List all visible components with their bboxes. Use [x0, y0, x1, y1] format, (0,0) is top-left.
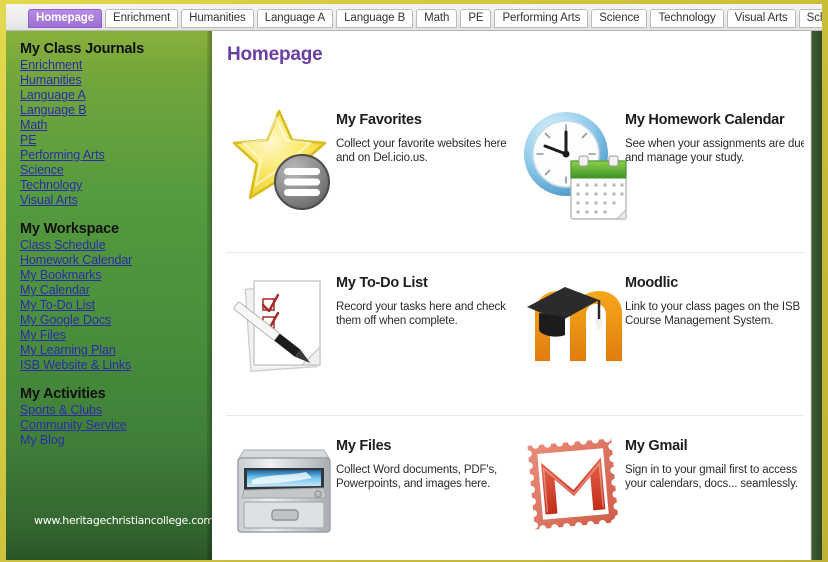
- sidebar-link-my-files[interactable]: My Files: [20, 328, 212, 343]
- tab-humanities[interactable]: Humanities: [181, 9, 254, 28]
- shortcut-row: My To-Do List Record your tasks here and …: [226, 253, 804, 416]
- browser-page: Homepage Enrichment Humanities Language A La…: [0, 0, 828, 562]
- shortcut-text: My Favorites Collect your favorite websit…: [336, 112, 514, 165]
- clock-calendar-icon[interactable]: [521, 106, 627, 224]
- file-cabinet-icon[interactable]: [232, 432, 336, 550]
- shortcut-text: My Homework Calendar See when your assign…: [625, 112, 811, 165]
- shortcut-description: Record your tasks here and check them of…: [336, 301, 506, 327]
- sidebar-link-class-schedule[interactable]: Class Schedule: [20, 238, 212, 253]
- tab-bar: Homepage Enrichment Humanities Language A La…: [6, 4, 822, 31]
- checklist-pen-icon[interactable]: [232, 269, 336, 387]
- shortcut-description: Collect your favorite websites here and …: [336, 138, 507, 164]
- shortcut-title[interactable]: My Files: [336, 438, 514, 454]
- tab-language-b[interactable]: Language B: [336, 9, 414, 28]
- shortcut-title[interactable]: Moodlic: [625, 275, 811, 291]
- shortcut-title[interactable]: My To-Do List: [336, 275, 514, 291]
- shortcut-description: Link to your class pages on the ISB Cour…: [625, 301, 801, 327]
- sidebar-footer-url: www.heritagechristiancollege.com: [34, 514, 212, 527]
- shortcut-card[interactable]: My To-Do List Record your tasks here and …: [226, 253, 515, 415]
- shortcut-title[interactable]: My Gmail: [625, 438, 811, 454]
- sidebar-link-visual-arts[interactable]: Visual Arts: [20, 193, 212, 208]
- shortcut-description: Collect Word documents, PDF's, Powerpoin…: [336, 464, 498, 490]
- sidebar-link-enrichment[interactable]: Enrichment: [20, 58, 212, 73]
- sidebar-link-my-google-docs[interactable]: My Google Docs: [20, 313, 212, 328]
- shortcut-grid: My Favorites Collect your favorite websit…: [226, 90, 807, 560]
- shortcut-card[interactable]: My Favorites Collect your favorite websit…: [226, 90, 515, 252]
- sidebar-group-heading: My Workspace: [20, 221, 119, 237]
- shortcut-row: My Files Collect Word documents, PDF's, P…: [226, 416, 804, 560]
- sidebar-link-performing-arts[interactable]: Performing Arts: [20, 148, 212, 163]
- sidebar-link-isb-website-links[interactable]: ISB Website & Links: [20, 358, 212, 373]
- shortcut-text: My Gmail Sign in to your gmail first to a…: [625, 438, 811, 491]
- sidebar-link-pe[interactable]: PE: [20, 133, 212, 148]
- tab-schedule[interactable]: Schedule: [798, 9, 822, 28]
- main-content: Homepage My Favorites Collect your favori…: [212, 31, 822, 560]
- sidebar-group-heading: My Activities: [20, 386, 106, 402]
- sidebar-group: My Class Journals Enrichment Humanities Lan…: [20, 41, 212, 208]
- tab-technology[interactable]: Technology: [650, 9, 724, 28]
- tab-enrichment[interactable]: Enrichment: [105, 9, 179, 28]
- shortcut-card[interactable]: Moodlic Link to your class pages on the I…: [515, 253, 804, 415]
- sidebar-group: My Workspace Class Schedule Homework Calen…: [20, 221, 212, 373]
- shortcut-row: My Favorites Collect your favorite websit…: [226, 90, 807, 253]
- sidebar-link-homework-calendar[interactable]: Homework Calendar: [20, 253, 212, 268]
- sidebar-link-sports-clubs[interactable]: Sports & Clubs: [20, 403, 212, 418]
- shortcut-title[interactable]: My Favorites: [336, 112, 514, 128]
- shortcut-title[interactable]: My Homework Calendar: [625, 112, 811, 128]
- moodle-logo-icon[interactable]: [521, 269, 625, 387]
- sidebar-link-my-bookmarks[interactable]: My Bookmarks: [20, 268, 212, 283]
- tab-science[interactable]: Science: [591, 9, 648, 28]
- gmail-stamp-icon[interactable]: [521, 432, 625, 550]
- sidebar-link-science[interactable]: Science: [20, 163, 212, 178]
- sidebar-group-heading: My Class Journals: [20, 41, 144, 57]
- sidebar-group: My Activities Sports & Clubs Community Ser…: [20, 386, 212, 448]
- sidebar-link-my-to-do-list[interactable]: My To-Do List: [20, 298, 212, 313]
- sidebar-link-math[interactable]: Math: [20, 118, 212, 133]
- sidebar-link-language-b[interactable]: Language B: [20, 103, 212, 118]
- sidebar: My Class Journals Enrichment Humanities Lan…: [6, 31, 212, 560]
- tab-homepage[interactable]: Homepage: [28, 9, 102, 28]
- shortcut-text: My To-Do List Record your tasks here and …: [336, 275, 514, 328]
- sidebar-link-my-calendar[interactable]: My Calendar: [20, 283, 212, 298]
- shortcut-card[interactable]: My Homework Calendar See when your assign…: [515, 90, 807, 252]
- tab-visual-arts[interactable]: Visual Arts: [726, 9, 796, 28]
- sidebar-link-my-learning-plan[interactable]: My Learning Plan: [20, 343, 212, 358]
- star-list-icon[interactable]: [232, 106, 336, 224]
- shortcut-text: Moodlic Link to your class pages on the I…: [625, 275, 811, 328]
- tab-pe[interactable]: PE: [460, 9, 492, 28]
- shortcut-description: See when your assignments are due and ma…: [625, 138, 807, 164]
- tab-math[interactable]: Math: [416, 9, 458, 28]
- sidebar-link-humanities[interactable]: Humanities: [20, 73, 212, 88]
- page-title: Homepage: [227, 44, 323, 65]
- sidebar-link-technology[interactable]: Technology: [20, 178, 212, 193]
- shortcut-card[interactable]: My Gmail Sign in to your gmail first to a…: [515, 416, 804, 560]
- shortcut-text: My Files Collect Word documents, PDF's, P…: [336, 438, 514, 491]
- app-frame: Homepage Enrichment Humanities Language A La…: [6, 4, 822, 560]
- tab-language-a[interactable]: Language A: [256, 9, 334, 28]
- tab-performing-arts[interactable]: Performing Arts: [494, 9, 589, 28]
- sidebar-link-language-a[interactable]: Language A: [20, 88, 212, 103]
- shortcut-description: Sign in to your gmail first to access yo…: [625, 464, 798, 490]
- shortcut-card[interactable]: My Files Collect Word documents, PDF's, P…: [226, 416, 515, 560]
- sidebar-link-my-blog[interactable]: My Blog: [20, 433, 212, 448]
- sidebar-link-community-service[interactable]: Community Service: [20, 418, 212, 433]
